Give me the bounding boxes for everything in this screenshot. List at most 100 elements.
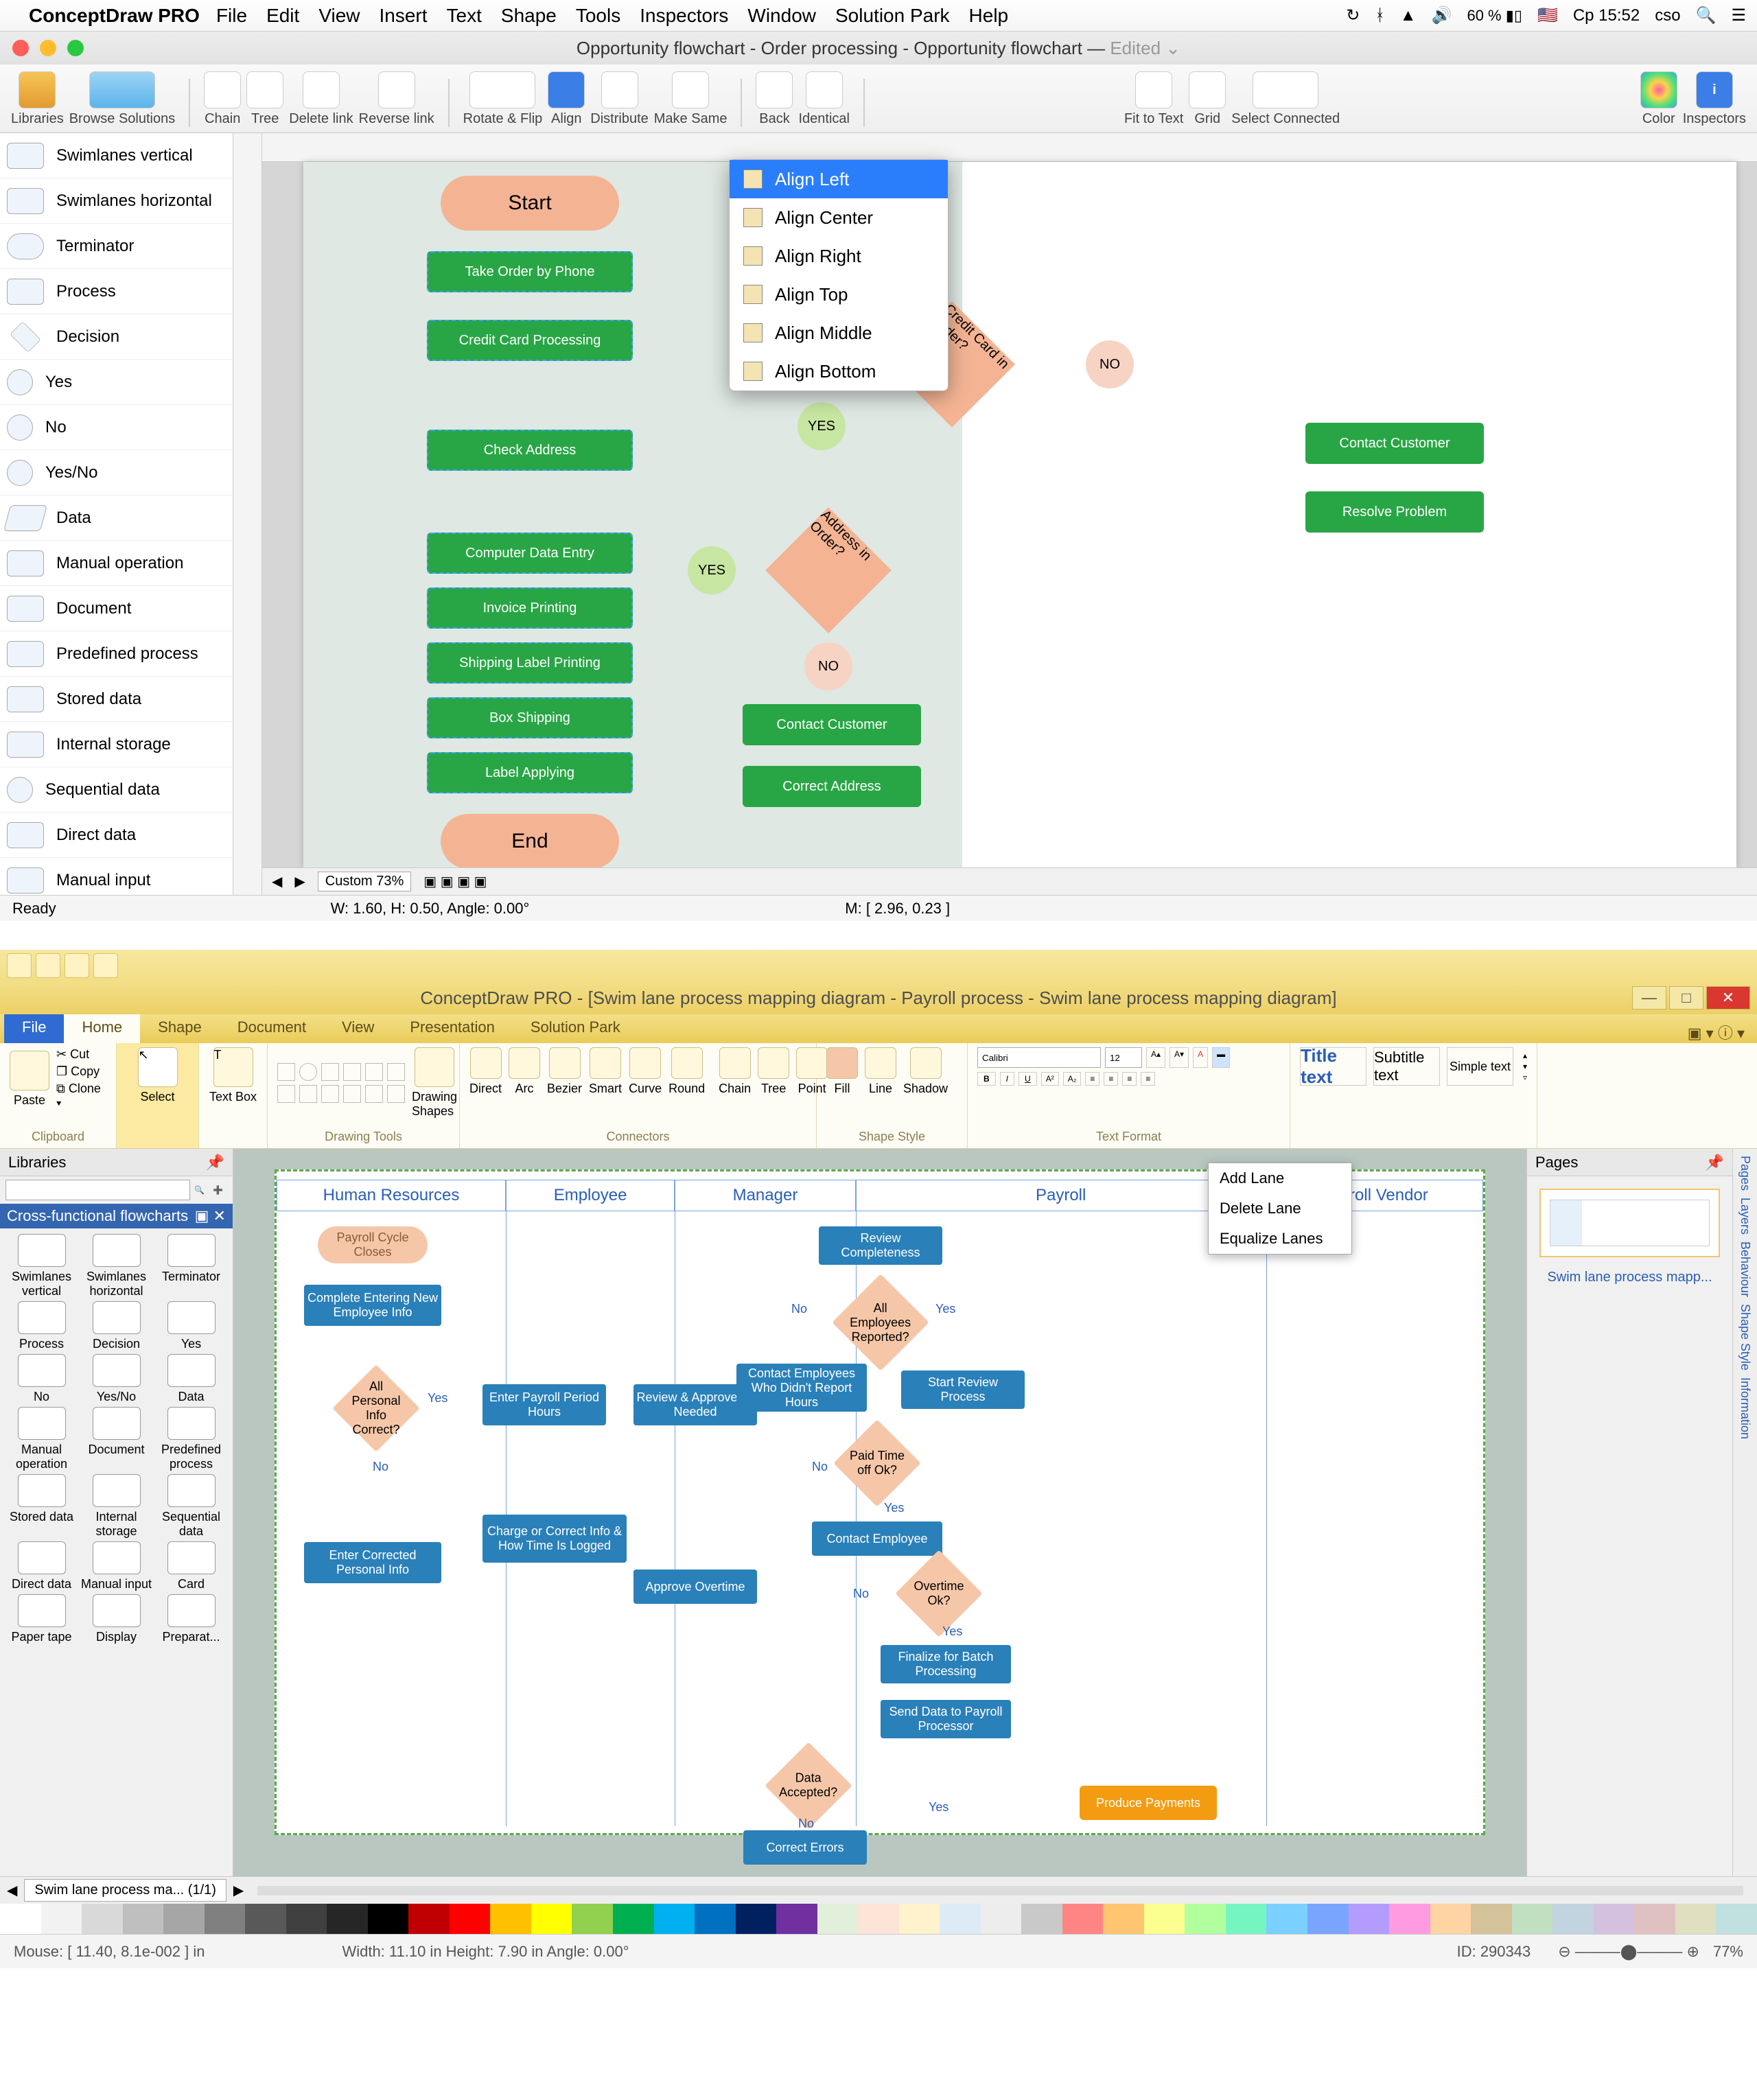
color-swatch[interactable] [1349,1904,1390,1934]
align-bottom[interactable]: Align Bottom [730,352,948,390]
sn-start-review[interactable]: Start Review Process [901,1370,1025,1409]
highlight[interactable]: ▬ [1212,1047,1230,1068]
zoom-window[interactable] [67,40,84,56]
wifi-icon[interactable]: ▲ [1400,6,1417,25]
align-btn[interactable]: ≡ [1122,1072,1137,1086]
tb-align[interactable]: Align [548,71,585,127]
menu-tools[interactable]: Tools [576,5,620,27]
lib-item[interactable]: Manual operation [5,1407,78,1471]
dt-shape[interactable] [321,1063,339,1081]
shape-data[interactable]: Data [0,495,233,541]
node-invoice[interactable]: Invoice Printing [427,587,633,629]
win-maximize[interactable]: □ [1669,986,1703,1010]
dt-shape[interactable] [321,1085,339,1103]
decision-address[interactable]: Address in Order? [784,526,873,615]
lib-item[interactable]: Decision [80,1301,152,1351]
lib-item[interactable]: Paper tape [5,1594,78,1644]
lane-hr[interactable]: Human Resources [277,1180,506,1211]
shape-yesno[interactable]: Yes/No [0,450,233,495]
flag-icon[interactable]: 🇺🇸 [1537,5,1558,25]
circle-yes-2[interactable]: YES [688,546,736,594]
rb-copy[interactable]: ❐ Copy [56,1064,106,1079]
win-close[interactable]: ✕ [1706,986,1750,1010]
rtab-presentation[interactable]: Presentation [392,1012,513,1043]
spotlight-icon[interactable]: 🔍 [1696,5,1717,25]
color-swatch[interactable] [41,1904,82,1934]
lib-item[interactable]: No [5,1354,78,1404]
simple-text-btn[interactable]: Simple text [1447,1047,1513,1086]
tb-tree[interactable]: Tree [246,71,283,127]
align-center[interactable]: Align Center [730,198,948,237]
tb-distribute[interactable]: Distribute [590,71,648,127]
color-swatch[interactable] [572,1904,613,1934]
rb-chain[interactable]: Chain [719,1047,751,1096]
color-swatch[interactable] [1185,1904,1226,1934]
delete-lane[interactable]: Delete Lane [1209,1193,1351,1224]
lib-item[interactable]: Direct data [5,1541,78,1591]
rb-drawing-shapes[interactable]: Drawing Shapes [412,1047,457,1119]
rb-paste[interactable]: Paste [10,1051,49,1108]
hscrollbar[interactable] [257,1886,1743,1895]
lib-item[interactable]: Data [155,1354,227,1404]
lib-item[interactable]: Terminator [155,1234,227,1298]
lib-item[interactable]: Swimlanes vertical [5,1234,78,1298]
tb-chain[interactable]: Chain [204,71,241,127]
menu-inspectors[interactable]: Inspectors [640,5,728,27]
color-swatch[interactable] [205,1904,246,1934]
tab-nav-next[interactable]: ▶ [233,1882,244,1899]
sn-enter-corrected[interactable]: Enter Corrected Personal Info [304,1542,441,1583]
dt-shape[interactable] [387,1063,405,1081]
sync-icon[interactable]: ↻ [1346,5,1360,25]
lib-item[interactable]: Display [80,1594,152,1644]
color-swatch[interactable] [899,1904,940,1934]
dt-shape[interactable] [365,1085,383,1103]
shape-stored-data[interactable]: Stored data [0,677,233,722]
lib-item[interactable]: Process [5,1301,78,1351]
lib-item[interactable]: Yes/No [80,1354,152,1404]
tb-identical[interactable]: Identical [798,71,850,127]
font-grow[interactable]: A▴ [1146,1047,1165,1068]
sheet-tab[interactable]: Swim lane process ma... (1/1) [24,1879,226,1902]
tb-reverse-link[interactable]: Reverse link [359,71,434,127]
color-swatch[interactable] [163,1904,205,1934]
lib-item[interactable]: Manual input [80,1541,152,1591]
node-take-order[interactable]: Take Order by Phone [427,251,633,292]
sn-correct-errors[interactable]: Correct Errors [743,1830,867,1865]
sn-contact-employees[interactable]: Contact Employees Who Didn't Report Hour… [736,1364,867,1412]
sn-review-completeness[interactable]: Review Completeness [819,1226,942,1265]
superscript[interactable]: A² [1041,1072,1059,1086]
color-swatch[interactable] [736,1904,777,1934]
sn-data-accepted[interactable]: Data Accepted? [778,1755,839,1817]
lib-item[interactable]: Sequential data [155,1474,227,1539]
menu-edit[interactable]: Edit [266,5,299,27]
color-swatch[interactable] [1634,1904,1675,1934]
page-thumbnail[interactable] [1539,1189,1720,1257]
rtab-shape[interactable]: Shape [140,1012,220,1043]
color-swatch[interactable] [654,1904,695,1934]
color-swatch[interactable] [776,1904,817,1934]
rb-direct[interactable]: Direct [469,1047,502,1096]
dt-shape[interactable] [365,1063,383,1081]
sn-send-data[interactable]: Send Data to Payroll Processor [881,1700,1011,1738]
rtab-solutionpark[interactable]: Solution Park [513,1012,638,1043]
rb-curve[interactable]: Curve [629,1047,662,1096]
rtab-shapestyle[interactable]: Shape Style [1738,1304,1752,1370]
node-cc-processing[interactable]: Credit Card Processing [427,320,633,361]
align-btn[interactable]: ≡ [1141,1072,1155,1086]
win-minimize[interactable]: — [1632,986,1666,1010]
tb-libraries[interactable]: Libraries [11,71,64,127]
shape-direct-data[interactable]: Direct data [0,813,233,858]
rb-line[interactable]: Line [865,1047,896,1096]
color-swatch[interactable] [450,1904,491,1934]
color-swatch[interactable] [245,1904,286,1934]
qat-undo[interactable] [65,953,89,978]
sn-personal-info-correct[interactable]: All Personal Info Correct? [345,1377,407,1439]
color-swatch[interactable] [1307,1904,1349,1934]
lib-item[interactable]: Swimlanes horizontal [80,1234,152,1298]
rb-clone[interactable]: ⧉ Clone ▾ [56,1082,106,1110]
add-lib-icon[interactable]: ➕ [209,1185,227,1195]
menu-extra-icon[interactable]: ☰ [1731,5,1746,25]
color-swatch[interactable] [531,1904,572,1934]
font-family[interactable] [977,1047,1101,1068]
color-swatch[interactable] [695,1904,736,1934]
